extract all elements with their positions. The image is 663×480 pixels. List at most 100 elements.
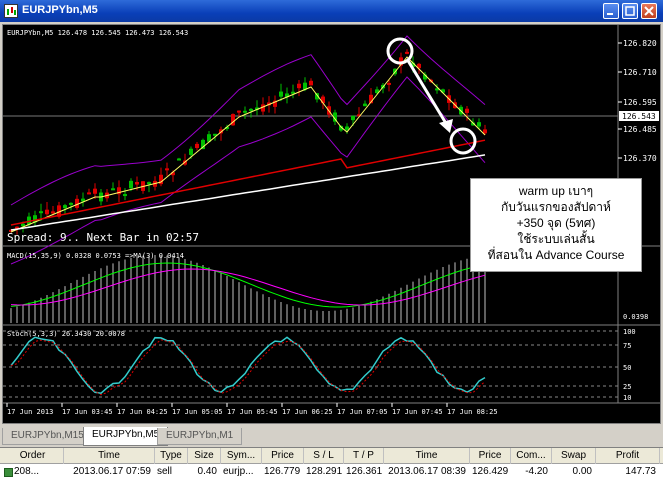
annotation-line: ใช้ระบบเล่นสั้น [517,232,595,246]
window-title: EURJPYbn,M5 [22,4,98,16]
slow-moving-average-line [10,154,486,231]
candle [123,194,127,197]
candle [363,103,367,107]
candle [165,168,169,171]
title-bar: EURJPYbn,M5 [0,0,663,22]
red-moving-average-line [10,139,486,226]
candle [45,209,49,215]
column-header[interactable]: Profit [596,448,660,464]
time-tick-label: 17 Jun 07:05 [337,408,388,416]
candle [387,82,391,85]
current-price-label: 126.543 [622,112,656,121]
chart-info-label: EURJPYbn,M5 126.478 126.545 126.473 126.… [7,29,188,37]
candle [477,122,481,127]
stochastic-tick-label: 50 [623,364,631,372]
chart-window-icon [4,4,18,18]
time-tick-label: 17 Jun 07:45 [392,408,443,416]
time-tick-label: 17 Jun 05:45 [227,408,278,416]
stochastic-tick-label: 75 [623,342,631,350]
column-header[interactable]: Type [155,448,188,464]
candle [51,211,55,214]
candle [297,83,301,89]
open-trade-icon [4,468,13,477]
candle [249,108,253,111]
minimize-button[interactable] [603,3,619,19]
price-tick-label: 126.485 [623,125,657,134]
candle [483,129,487,134]
candle [39,211,43,214]
candle [195,143,199,148]
price-tick-label: 126.820 [623,39,657,48]
exit-circle-marker [449,127,477,155]
bollinger-upper-band [10,35,486,206]
maximize-button[interactable] [622,3,638,19]
candle [111,188,115,191]
stochastic-main-line [10,336,486,394]
stochastic-tick-label: 25 [623,383,631,391]
tab-eurjpy-m5[interactable]: EURJPYbn,M5 [83,427,169,446]
tab-eurjpy-m1[interactable]: EURJPYbn,M1 [157,428,243,445]
close-button[interactable] [641,3,657,19]
trade-row-cell[interactable]: 147.73 [598,466,656,480]
metatrader-window: EURJPYbn,M5 126.820 126.710 126.595 126.485… [0,0,663,480]
time-tick-label: 17 Jun 06:25 [282,408,333,416]
trade-row-cell[interactable]: 128.291 [306,466,342,480]
candle [87,192,91,195]
candle [63,205,67,209]
terminal-header: Order Time Type Size Sym... Price S / LT / P Ti… [0,448,663,464]
close-icon [644,6,654,16]
column-header[interactable]: Order [2,448,64,464]
column-header[interactable]: Price [262,448,304,464]
candle [405,51,409,54]
trade-row-cell[interactable]: 0.40 [190,466,217,480]
trade-row-cell[interactable]: 208... [14,466,62,480]
candle [69,202,73,205]
price-tick-label: 126.370 [623,154,657,163]
trade-row-cell[interactable]: -4.20 [513,466,548,480]
trade-row-cell[interactable]: sell [157,466,184,480]
macd-tick-label: 0.0398 [623,313,648,321]
minimize-icon [607,13,613,15]
time-tick-label: 17 Jun 03:45 [62,408,113,416]
trade-arrow-head [439,119,453,133]
candle [93,188,97,194]
time-tick-label: 17 Jun 08:25 [447,408,498,416]
candle [75,198,79,208]
column-header[interactable]: T / P [344,448,384,464]
price-tick-label: 126.710 [623,68,657,77]
candle [345,126,349,130]
stochastic-tick-label: 10 [623,394,631,402]
time-tick-label: 17 Jun 2013 [7,408,53,416]
terminal-panel: Order Time Type Size Sym... Price S / LT / P Ti… [0,447,663,480]
trade-row-cell[interactable]: 0.00 [554,466,592,480]
trade-row-cell[interactable]: 126.361 [346,466,382,480]
chart-tabs: EURJPYbn,M15 EURJPYbn,M5 EURJPYbn,M1 [0,426,663,446]
trade-row-cell[interactable]: 2013.06.17 07:59 [66,466,151,480]
macd-label: MACD(15,35,9) 0.0328 0.0753 =>MA(3) 0.04… [7,252,184,260]
column-header[interactable]: Price [470,448,511,464]
candle [135,182,139,185]
candle [147,182,151,185]
column-header[interactable]: Size [188,448,221,464]
annotation-line: warm up เบาๆ [518,184,594,198]
time-tick-label: 17 Jun 05:05 [172,408,223,416]
annotation-line: ที่สอนใน Advance Course [487,248,625,262]
trade-row-cell[interactable]: 126.429 [472,466,508,480]
trade-row-cell[interactable]: 2013.06.17 08:39 [386,466,466,480]
column-header[interactable]: Com... [511,448,552,464]
candle [279,91,283,97]
price-tick-label: 126.595 [623,98,657,107]
column-header[interactable]: S / L [304,448,344,464]
trade-row-cell[interactable]: eurjp... [223,466,258,480]
candle [237,110,241,113]
annotation-line: +350 จุด (5ทศ) [516,216,596,230]
column-header[interactable]: Time [384,448,470,464]
trade-row-cell[interactable]: 126.779 [264,466,300,480]
tab-eurjpy-m15[interactable]: EURJPYbn,M15 [2,428,93,445]
column-header[interactable]: Time [64,448,155,464]
maximize-icon [625,6,635,16]
macd-signal-line [10,262,486,308]
column-header[interactable]: Sym... [221,448,262,464]
annotation-line: กับวันแรกของสัปดาห์ [501,200,611,214]
column-header[interactable]: Swap [552,448,596,464]
